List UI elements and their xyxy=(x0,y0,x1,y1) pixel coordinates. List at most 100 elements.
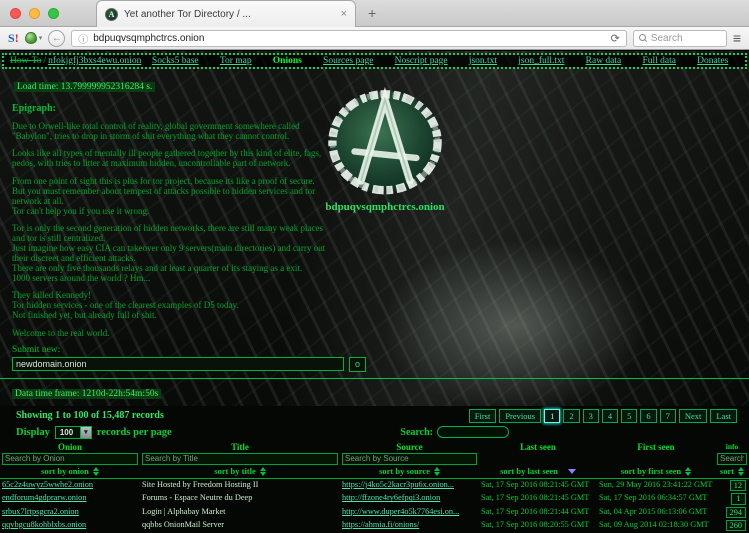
sort-by-info[interactable]: sort xyxy=(720,466,734,476)
sort-arrows-icon xyxy=(93,467,99,476)
table-search-input[interactable] xyxy=(437,426,509,438)
page-button[interactable]: 7 xyxy=(660,409,676,423)
submit-button[interactable]: o xyxy=(349,357,366,372)
row-title: Site Hosted by Freedom Hosting II xyxy=(140,479,340,493)
source-link[interactable]: http://ffzone4ry6efpqi3.onion xyxy=(342,493,477,502)
pagination: FirstPrevious1234567NextLast xyxy=(469,409,737,423)
url-text[interactable]: bdpuqvsqmphctrcs.onion xyxy=(93,33,605,44)
minimize-window-button[interactable] xyxy=(29,8,40,19)
back-button[interactable]: ← xyxy=(48,30,65,47)
filter-title-input[interactable] xyxy=(142,453,338,465)
active-sort-desc-icon xyxy=(568,469,576,474)
onion-link[interactable]: endforum4gdprarw.onion xyxy=(2,493,86,502)
navbar-links: Socks5 base Tor map Onions Sources page Nosc… xyxy=(141,56,739,66)
onion-link[interactable]: qqvbgcu8kohblxbs.onion xyxy=(2,520,86,529)
page-button[interactable]: 5 xyxy=(621,409,637,423)
howto-label: How-To xyxy=(10,56,42,66)
nav-link[interactable]: Onions xyxy=(273,56,302,66)
filter-onion-input[interactable] xyxy=(2,453,138,465)
row-info-count: 1 xyxy=(731,493,746,504)
noscript-icon[interactable]: S! xyxy=(8,31,19,46)
table-row: srbux7lrtpsgcra2.onion Login | Alphabay … xyxy=(0,506,749,519)
nav-link[interactable]: json.txt xyxy=(469,56,497,66)
page-button[interactable]: 4 xyxy=(602,409,618,423)
tab-bar: A Yet another Tor Directory / ... × + xyxy=(0,0,749,27)
page-button[interactable]: 1 xyxy=(544,409,560,423)
reload-icon[interactable]: ⟳ xyxy=(611,32,620,45)
epigraph-paragraph: Looks like all types of mentally ill peo… xyxy=(12,148,474,168)
source-link[interactable]: http://www.duper4o5k7764esi.on... xyxy=(342,507,477,516)
page-button[interactable]: 6 xyxy=(640,409,656,423)
onion-records-table: Onion Title Source Last seen First seen … xyxy=(0,442,749,533)
epigraph-paragraphs: Due to Orwell-like total control of real… xyxy=(12,121,474,337)
tab-favicon-icon: A xyxy=(105,8,118,21)
table-row: 65c2z4uwyz5wwhe2.onion Site Hosted by Fr… xyxy=(0,479,749,493)
page-button[interactable]: 3 xyxy=(583,409,599,423)
sort-by-first-seen[interactable]: sort by first seen xyxy=(621,466,681,476)
nav-link[interactable]: Full data xyxy=(642,56,676,66)
load-time: Load time: 13.799999952316284 s. xyxy=(14,82,155,92)
row-last-seen: Sat, 17 Sep 2016 08:21:44 GMT xyxy=(479,506,597,519)
tab-title: Yet another Tor Directory / ... xyxy=(124,9,335,20)
page-button[interactable]: Next xyxy=(679,409,708,423)
col-header-onion: Onion xyxy=(0,442,140,452)
epigraph-paragraph: Due to Orwell-like total control of real… xyxy=(12,121,474,141)
sort-by-title[interactable]: sort by title xyxy=(214,466,256,476)
nav-link[interactable]: Sources page xyxy=(323,56,373,66)
epigraph-paragraph: Welcome to the real world. xyxy=(12,328,474,338)
row-last-seen: Sat, 17 Sep 2016 08:20:55 GMT xyxy=(479,519,597,532)
onion-icon xyxy=(25,32,37,44)
nav-link[interactable]: Raw data xyxy=(586,56,622,66)
filter-info-input[interactable] xyxy=(717,453,747,465)
tab-close-icon[interactable]: × xyxy=(341,9,347,20)
nav-link[interactable]: Tor map xyxy=(220,56,252,66)
source-link[interactable]: https://j4ko5c2kacr3pu6x.onion... xyxy=(342,480,477,489)
torbutton-icon[interactable]: ▾ xyxy=(25,32,43,44)
row-title: qqbbs OnionMail Server xyxy=(140,519,340,532)
submit-label: Submit new: xyxy=(12,345,749,355)
sort-arrows-icon xyxy=(685,467,691,476)
display-per-page: Display 100 ▾ records per page xyxy=(16,426,172,439)
row-first-seen: Sat, 09 Aug 2014 02:18:30 GMT xyxy=(597,519,715,532)
records-section: Showing 1 to 100 of 15,487 records First… xyxy=(0,406,749,533)
nav-link[interactable]: json_full.txt xyxy=(518,56,564,66)
submit-block: Submit new: o xyxy=(12,345,749,372)
records-per-page-select[interactable]: 100 ▾ xyxy=(55,426,92,439)
close-window-button[interactable] xyxy=(10,8,21,19)
page-info-icon[interactable]: ⓘ xyxy=(78,31,88,46)
search-icon xyxy=(639,34,647,42)
select-arrow-icon: ▾ xyxy=(80,427,91,438)
sort-by-last-seen[interactable]: sort by last seen xyxy=(500,466,558,476)
col-header-source: Source xyxy=(340,442,479,452)
page-button[interactable]: Previous xyxy=(499,409,541,423)
page-button[interactable]: 2 xyxy=(563,409,579,423)
table-row: qqvbgcu8kohblxbs.onion qqbbs OnionMail S… xyxy=(0,519,749,532)
chevron-down-icon: ▾ xyxy=(39,34,43,42)
sort-arrows-icon xyxy=(738,467,744,476)
source-link[interactable]: https://ahmia.fi/onions/ xyxy=(342,520,477,529)
browser-tab[interactable]: A Yet another Tor Directory / ... × xyxy=(96,0,356,27)
sort-by-onion[interactable]: sort by onion xyxy=(41,466,89,476)
new-tab-button[interactable]: + xyxy=(368,5,376,21)
nav-link[interactable]: Socks5 base xyxy=(152,56,199,66)
browser-search-field[interactable]: Search xyxy=(633,30,727,47)
epigraph: Epigraph: Due to Orwell-like total contr… xyxy=(12,103,474,338)
nav-link[interactable]: Noscript page xyxy=(395,56,448,66)
epigraph-paragraph: From one point of sight this is plus for… xyxy=(12,176,474,216)
table-row: endforum4gdprarw.onion Forums - Espace N… xyxy=(0,492,749,505)
submit-domain-input[interactable] xyxy=(12,357,344,371)
onion-link[interactable]: 65c2z4uwyz5wwhe2.onion xyxy=(2,480,93,489)
onion-link[interactable]: srbux7lrtpsgcra2.onion xyxy=(2,507,79,516)
url-bar[interactable]: ⓘ bdpuqvsqmphctrcs.onion ⟳ xyxy=(71,30,627,47)
howto-onion-link[interactable]: nfokjgfj3bxs4ewu.onion xyxy=(48,56,141,66)
sort-arrows-icon xyxy=(434,467,440,476)
row-first-seen: Sun, 29 May 2016 23:41:22 GMT xyxy=(597,479,715,493)
sort-by-source[interactable]: sort by source xyxy=(379,466,430,476)
zoom-window-button[interactable] xyxy=(48,8,59,19)
hamburger-menu-icon[interactable]: ≡ xyxy=(733,31,741,45)
filter-source-input[interactable] xyxy=(342,453,477,465)
nav-link[interactable]: Donates xyxy=(697,56,728,66)
sort-arrows-icon xyxy=(260,467,266,476)
page-button[interactable]: First xyxy=(469,409,497,423)
page-button[interactable]: Last xyxy=(710,409,737,423)
